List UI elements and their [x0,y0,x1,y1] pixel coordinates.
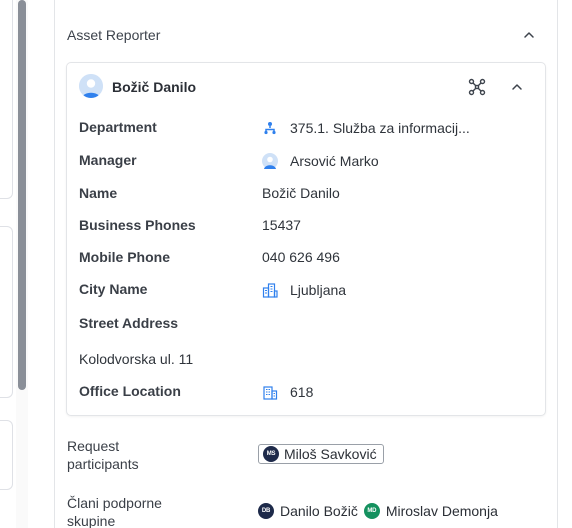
chevron-up-icon[interactable] [509,79,525,95]
street-address-value: Kolodvorska ul. 11 [79,351,194,367]
participant-name: Miloš Savković [284,446,377,462]
user-avatar-icon [262,153,278,169]
left-panel-card [0,0,13,199]
city-label: City Name [79,281,148,297]
support-group-label: Člani podporne skupine [67,495,162,528]
reporter-name: Božič Danilo [112,79,197,95]
office-location-label: Office Location [79,383,181,399]
manager-link[interactable]: Arsović Marko [290,153,379,169]
org-hierarchy-icon [262,120,278,136]
department-link[interactable]: 375.1. Služba za informacij... [290,120,470,136]
left-panel-card [0,420,13,490]
mobile-phone-value: 040 626 496 [262,249,340,265]
street-address-label: Street Address [79,315,179,331]
building-icon [262,384,278,400]
city-link[interactable]: Ljubljana [290,282,346,298]
business-phones-value: 15437 [262,217,301,233]
member-name: Danilo Božič [280,503,358,519]
support-group-members: DB Danilo Božič MD Miroslav Demonja [258,503,498,519]
network-graph-icon[interactable] [468,78,486,96]
section-title: Asset Reporter [67,27,161,43]
member-name: Miroslav Demonja [385,503,498,519]
chevron-up-icon[interactable] [521,27,537,43]
member-avatar: DB [258,503,274,519]
left-panel-edge [0,0,14,528]
manager-label: Manager [79,152,137,168]
participant-chip[interactable]: MS Miloš Savković [258,444,384,464]
department-label: Department [79,119,157,135]
mobile-phone-label: Mobile Phone [79,249,170,265]
request-participants-label: Request participants [67,438,139,472]
member-avatar: MD [363,503,380,519]
business-phones-label: Business Phones [79,217,196,233]
support-member[interactable]: MD Miroslav Demonja [363,503,498,519]
left-panel-card [0,226,13,398]
office-location-link[interactable]: 618 [290,384,313,400]
scrollbar-thumb[interactable] [18,0,26,390]
city-icon [262,282,278,298]
avatar [79,74,103,98]
participant-avatar: MS [263,446,279,462]
name-value: Božič Danilo [262,185,340,201]
support-member[interactable]: DB Danilo Božič [258,503,358,519]
asset-reporter-header[interactable]: Asset Reporter [67,26,542,46]
name-label: Name [79,185,118,201]
